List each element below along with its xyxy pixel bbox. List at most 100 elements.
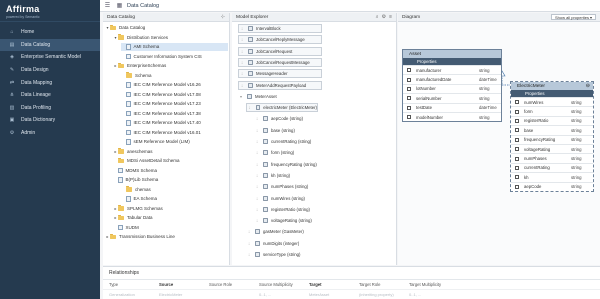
tree-item[interactable]: ▾ Data Catalog — [105, 24, 228, 32]
tree-item[interactable]: IEC CIM Reference Model v16.01 — [121, 129, 228, 137]
relationships-column-header[interactable]: Source Multiplicity — [259, 282, 309, 287]
tree-item[interactable]: XUDM — [113, 224, 228, 232]
tree-item[interactable]: sEM Reference Model (LIM) — [121, 138, 228, 146]
menu-icon[interactable]: ☰ — [103, 1, 112, 10]
drag-handle-icon[interactable]: ⁞ — [254, 184, 260, 189]
drag-handle-icon[interactable]: ⁞ — [254, 162, 260, 167]
entity-attribute[interactable]: serialNumber string — [403, 93, 501, 102]
filter-icon[interactable]: ≡ — [389, 14, 392, 20]
entity-attribute[interactable]: base string — [511, 125, 593, 134]
tree-item[interactable]: ▸ aneschemas — [113, 148, 228, 156]
entity-attribute[interactable]: form string — [511, 106, 593, 115]
drag-handle-icon[interactable]: ⁞ — [254, 116, 260, 121]
relationships-column-header[interactable]: Target Multiplicity — [409, 282, 459, 287]
model-element-row[interactable]: ▾ MeterAsset — [238, 92, 322, 101]
collapse-icon[interactable]: ⊖ — [586, 83, 590, 89]
drag-handle-icon[interactable]: ⁞ — [254, 128, 260, 133]
sidebar-item-data-mapping[interactable]: ⇄ Data Mapping — [0, 76, 100, 89]
entity-attribute[interactable]: lotNumber string — [403, 83, 501, 93]
model-element-row[interactable]: ⁞ voltageRating (string) — [254, 216, 326, 225]
entity-attribute[interactable]: voltageRating string — [511, 143, 593, 153]
relationships-column-header[interactable]: Target — [309, 282, 359, 287]
drag-handle-icon[interactable]: ⁞ — [247, 105, 253, 110]
tree-item[interactable]: ▸ SPLMG Schemas — [113, 205, 228, 213]
sidebar-item-data-profiling[interactable]: ▥ Data Profiling — [0, 102, 100, 115]
model-element-row[interactable]: ⁞ IntervalBlock — [238, 24, 322, 33]
relationships-row[interactable]: Generalization ElectricMeter 0..1, ... Mete… — [103, 289, 600, 299]
search-icon[interactable]: ⌕ — [376, 14, 379, 20]
asset-entity[interactable]: Asset Properties manufacturer string manuf… — [402, 49, 502, 123]
drag-handle-icon[interactable]: ⁞ — [254, 139, 260, 144]
sidebar-item-data-dictionary[interactable]: ▣ Data Dictionary — [0, 114, 100, 127]
model-element-row[interactable]: ⁞ numPhases (string) — [254, 182, 326, 191]
model-element-row[interactable]: ⁞ gasMeter (GasMeter) — [246, 227, 318, 236]
tree-item[interactable]: IEC CIM Reference Model v17.23 — [121, 100, 228, 108]
drag-handle-icon[interactable]: ⁞ — [246, 252, 252, 257]
relationships-column-header[interactable]: Target Role — [359, 282, 409, 287]
drag-handle-icon[interactable]: ⁞ — [239, 71, 245, 76]
sidebar-item-home[interactable]: ⌂ Home — [0, 26, 100, 39]
entity-attribute[interactable]: testDate dateTime — [403, 102, 501, 112]
model-element-row[interactable]: ⁞ aepCode (string) — [254, 114, 326, 123]
model-element-row[interactable]: ⁞ currentRating (string) — [254, 137, 326, 146]
sidebar-item-data-catalog[interactable]: ▤ Data Catalog — [0, 38, 100, 52]
entity-attribute[interactable]: numPhases string — [511, 153, 593, 162]
drag-handle-icon[interactable]: ⁞ — [239, 60, 245, 65]
drag-handle-icon[interactable]: ⁞ — [239, 37, 245, 42]
drag-handle-icon[interactable]: ⁞ — [254, 196, 260, 201]
tree-item[interactable]: ▸ Tabular Data — [113, 214, 228, 222]
model-element-row[interactable]: ⁞ base (string) — [254, 126, 326, 135]
entity-attribute[interactable]: aepCode string — [511, 181, 593, 191]
tree-item[interactable]: B(P)Lib Schema — [113, 176, 228, 184]
drag-handle-icon[interactable]: ⁞ — [254, 207, 260, 212]
model-element-row[interactable]: ⁞ numWires (string) — [254, 194, 326, 203]
sidebar-item-data-design[interactable]: ✎ Data Design — [0, 64, 100, 77]
drag-handle-icon[interactable]: ⁞ — [254, 173, 260, 178]
entity-attribute[interactable]: modelNumber string — [403, 111, 501, 121]
relationships-column-header[interactable]: Type — [109, 282, 159, 287]
sidebar-item-enterprise-semantic-model[interactable]: ◈ Enterprise Semantic Model — [0, 51, 100, 64]
tree-item[interactable]: chemas — [121, 186, 228, 194]
model-element-row[interactable]: ⁞ JobCancelRequestMessage — [238, 57, 322, 67]
drag-handle-icon[interactable]: ⁞ — [239, 49, 245, 54]
tree-item[interactable]: IEC CIM Reference Model v17.08 — [121, 91, 228, 99]
entity-attribute[interactable]: kh string — [511, 172, 593, 181]
model-element-row[interactable]: ⁞ registerRatio (string) — [254, 205, 326, 214]
model-element-row[interactable]: ⁞ form (string) — [254, 148, 326, 157]
relationships-column-header[interactable]: Source — [159, 282, 209, 287]
tree-item[interactable]: Customer Information System CIS — [121, 53, 228, 61]
entity-attribute[interactable]: numWires string — [511, 97, 593, 106]
entity-attribute[interactable]: manufacturer string — [403, 65, 501, 74]
sidebar-item-admin[interactable]: ⚙ Admin — [0, 127, 100, 140]
entity-attribute[interactable]: manufacturedDate dateTime — [403, 74, 501, 83]
sidebar-item-data-lineage[interactable]: ⋔ Data Lineage — [0, 89, 100, 102]
tree-item[interactable]: MDSi AssetDetail Schema — [113, 157, 228, 165]
app-logo[interactable]: Affirma powered by Semantic — [0, 0, 100, 22]
grid-icon[interactable]: ▦ — [115, 1, 124, 10]
tree-item[interactable]: Schema — [121, 72, 228, 80]
model-element-row[interactable]: ⁞ JobCancelRequest — [238, 46, 322, 56]
model-element-row[interactable]: ⁞ MeterAddRequestPayload — [238, 80, 322, 90]
model-element-row[interactable]: ⁞ frequencyRating (string) — [254, 160, 326, 169]
tree-item[interactable]: ▾ Distribution Services — [113, 34, 228, 42]
drag-handle-icon[interactable]: ⁞ — [239, 83, 245, 88]
model-element-row[interactable]: ⁞ MessageHeader — [238, 69, 322, 79]
settings-icon[interactable]: ⚙ — [382, 14, 386, 20]
pin-icon[interactable]: ⊹ — [221, 14, 225, 20]
tree-item[interactable]: IEC CIM Reference Model v16.26 — [121, 81, 228, 89]
model-element-row[interactable]: ⁞ electricMeter (ElectricMeter) — [246, 103, 318, 113]
entity-attribute[interactable]: currentRating string — [511, 162, 593, 172]
drag-handle-icon[interactable]: ⁞ — [254, 150, 260, 155]
entity-attribute[interactable]: frequencyRating string — [511, 134, 593, 144]
drag-handle-icon[interactable]: ⁞ — [254, 218, 260, 223]
model-element-row[interactable]: ⁞ numDigits (integer) — [246, 239, 318, 248]
tree-item[interactable]: IEC CIM Reference Model v17.40 — [121, 119, 228, 127]
tree-item[interactable]: EA Schema — [121, 195, 228, 203]
tree-item[interactable]: MDMS Schema — [113, 167, 228, 175]
drag-handle-icon[interactable]: ⁞ — [239, 26, 245, 31]
tree-item[interactable]: IEC CIM Reference Model v17.38 — [121, 110, 228, 118]
drag-handle-icon[interactable]: ⁞ — [246, 229, 252, 234]
drag-handle-icon[interactable]: ⁞ — [246, 241, 252, 246]
tree-item[interactable]: ▸ Transmission Business Line — [105, 233, 228, 241]
chevron-down-icon[interactable]: ▾ — [238, 94, 244, 99]
